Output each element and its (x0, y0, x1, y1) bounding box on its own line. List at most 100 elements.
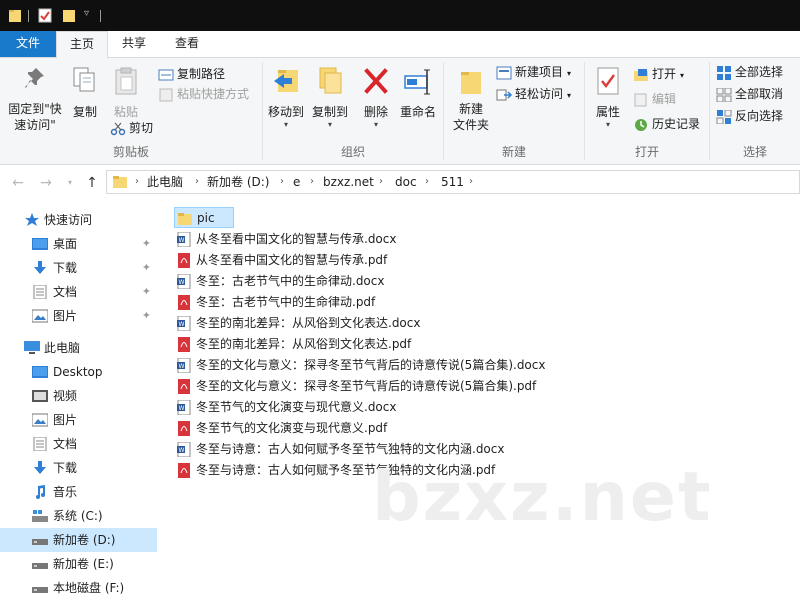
svg-text:W: W (179, 279, 185, 286)
delete-x-icon (364, 68, 388, 94)
open-group-label: 打开 (634, 145, 659, 159)
tab-view[interactable]: 查看 (162, 31, 212, 57)
pin-icon (25, 68, 44, 88)
nav-item-documents-pc[interactable]: 文档 (0, 432, 157, 456)
system-drive-icon (32, 510, 48, 522)
pdf-document-icon (178, 379, 190, 394)
pdf-document-icon (178, 463, 190, 478)
nav-item-drive-e[interactable]: 新加卷 (E:) (0, 552, 157, 576)
svg-text:W: W (179, 237, 185, 244)
title-bar: ▿ (0, 0, 800, 31)
file-list: pic W 从冬至看中国文化的智慧与传承.docx 从冬至看中国文化的智慧与传承… (160, 204, 800, 600)
select-all-button[interactable]: 全部选择 (716, 62, 783, 82)
new-item-button[interactable]: 新建项目 ▾ (496, 62, 571, 82)
breadcrumb-drive-d[interactable]: 新加卷 (D:) (207, 171, 269, 193)
nav-item-downloads[interactable]: 下载 ✦ (0, 256, 157, 280)
breadcrumb-this-pc[interactable]: 此电脑 (147, 171, 183, 193)
properties-button[interactable]: 属性 ▾ (589, 66, 627, 129)
nav-item-desktop[interactable]: 桌面 ✦ (0, 232, 157, 256)
breadcrumb-separator-icon[interactable]: › (379, 171, 383, 193)
pin-icon[interactable]: ✦ (142, 256, 151, 280)
up-arrow-icon[interactable]: ↑ (82, 173, 102, 193)
breadcrumb-separator-icon[interactable]: › (310, 171, 314, 193)
nav-item-drive-d[interactable]: 新加卷 (D:) (0, 528, 157, 552)
video-icon (32, 390, 48, 402)
select-group: 全部选择 全部取消 反向选择 选择 (710, 58, 800, 164)
recent-locations-chevron-icon[interactable]: ▾ (60, 173, 80, 193)
download-arrow-icon (34, 461, 46, 474)
list-item-folder-pic[interactable]: pic (174, 207, 234, 228)
breadcrumb-bzxz[interactable]: bzxz.net (323, 171, 374, 193)
breadcrumb-separator-icon[interactable]: › (195, 171, 199, 193)
picture-icon (32, 413, 48, 427)
easy-access-button[interactable]: 轻松访问 ▾ (496, 84, 571, 104)
select-group-label: 选择 (742, 145, 767, 159)
copy-path-icon (158, 69, 174, 80)
select-none-button[interactable]: 全部取消 (716, 84, 783, 104)
nav-this-pc[interactable]: 此电脑 (0, 336, 157, 360)
invert-selection-button[interactable]: 反向选择 (716, 106, 783, 126)
breadcrumb-separator-icon[interactable]: › (425, 171, 429, 193)
nav-item-drive-c[interactable]: 系统 (C:) (0, 504, 157, 528)
pin-to-quick-access-button[interactable]: 固定到"快速访问" (4, 66, 66, 133)
move-to-icon (274, 70, 298, 92)
ribbon-tabs: 文件 主页 共享 查看 (0, 31, 800, 58)
tab-home[interactable]: 主页 (56, 31, 108, 58)
breadcrumb-separator-icon[interactable]: › (469, 171, 473, 193)
scissors-icon (110, 122, 126, 135)
breadcrumb-separator-icon[interactable]: › (280, 171, 284, 193)
nav-item-desktop-pc[interactable]: Desktop (0, 360, 157, 384)
breadcrumb-511[interactable]: 511 (441, 171, 464, 193)
drive-icon (32, 563, 48, 569)
word-document-icon: W (177, 274, 191, 289)
cut-button[interactable]: 剪切 (110, 118, 153, 138)
nav-item-pictures[interactable]: 图片 ✦ (0, 304, 157, 328)
history-icon (635, 118, 647, 131)
svg-text:W: W (179, 321, 185, 328)
back-arrow-icon[interactable]: ← (8, 173, 28, 193)
delete-button[interactable]: 删除 ▾ (359, 66, 393, 129)
quick-access-toolbar-dropdown-icon[interactable]: ▿ (84, 8, 89, 19)
rename-button[interactable]: 重命名 (397, 66, 439, 120)
address-bar[interactable]: › 此电脑 › 新加卷 (D:) › e › bzxz.net › doc › … (106, 170, 800, 194)
select-none-icon (716, 87, 732, 102)
nav-item-music[interactable]: 音乐 (0, 480, 157, 504)
tab-file[interactable]: 文件 (0, 31, 56, 57)
paste-shortcut-button[interactable]: 粘贴快捷方式 (158, 84, 249, 104)
copy-button[interactable]: 复制 (68, 66, 102, 120)
nav-quick-access[interactable]: 快速访问 (0, 208, 157, 232)
nav-item-documents[interactable]: 文档 ✦ (0, 280, 157, 304)
open-button[interactable]: 打开 ▾ (633, 64, 684, 84)
select-all-icon (717, 65, 731, 80)
breadcrumb-doc[interactable]: doc (395, 171, 417, 193)
edit-button[interactable]: 编辑 (633, 89, 676, 109)
paste-button[interactable]: 粘贴 (108, 66, 144, 120)
new-folder-icon[interactable] (62, 8, 76, 23)
properties-check-icon[interactable] (38, 8, 52, 23)
computer-icon (24, 341, 40, 354)
copy-to-button[interactable]: 复制到 ▾ (309, 66, 351, 129)
nav-item-downloads-pc[interactable]: 下载 (0, 456, 157, 480)
pdf-document-icon (178, 253, 190, 268)
nav-item-pictures-pc[interactable]: 图片 (0, 408, 157, 432)
edit-icon (634, 93, 647, 106)
copy-path-button[interactable]: 复制路径 (158, 64, 225, 84)
tab-share[interactable]: 共享 (110, 31, 158, 57)
new-folder-button[interactable]: 新建 文件夹 (450, 66, 492, 133)
pdf-document-icon (178, 421, 190, 436)
nav-item-drive-f[interactable]: 本地磁盘 (F:) (0, 576, 157, 600)
rename-icon (404, 69, 430, 95)
pin-icon[interactable]: ✦ (142, 304, 151, 328)
folder-icon (9, 10, 21, 22)
pin-icon[interactable]: ✦ (142, 232, 151, 256)
open-group: 属性 ▾ 打开 ▾ 编辑 历史记录 打开 (585, 58, 709, 164)
word-document-icon: W (177, 358, 191, 373)
breadcrumb-e[interactable]: e (293, 171, 300, 193)
nav-item-videos[interactable]: 视频 (0, 384, 157, 408)
move-to-button[interactable]: 移动到 ▾ (265, 66, 307, 129)
svg-text:W: W (179, 405, 185, 412)
paste-shortcut-icon (159, 88, 173, 101)
pin-icon[interactable]: ✦ (142, 280, 151, 304)
forward-arrow-icon[interactable]: → (36, 173, 56, 193)
history-button[interactable]: 历史记录 (633, 114, 700, 134)
